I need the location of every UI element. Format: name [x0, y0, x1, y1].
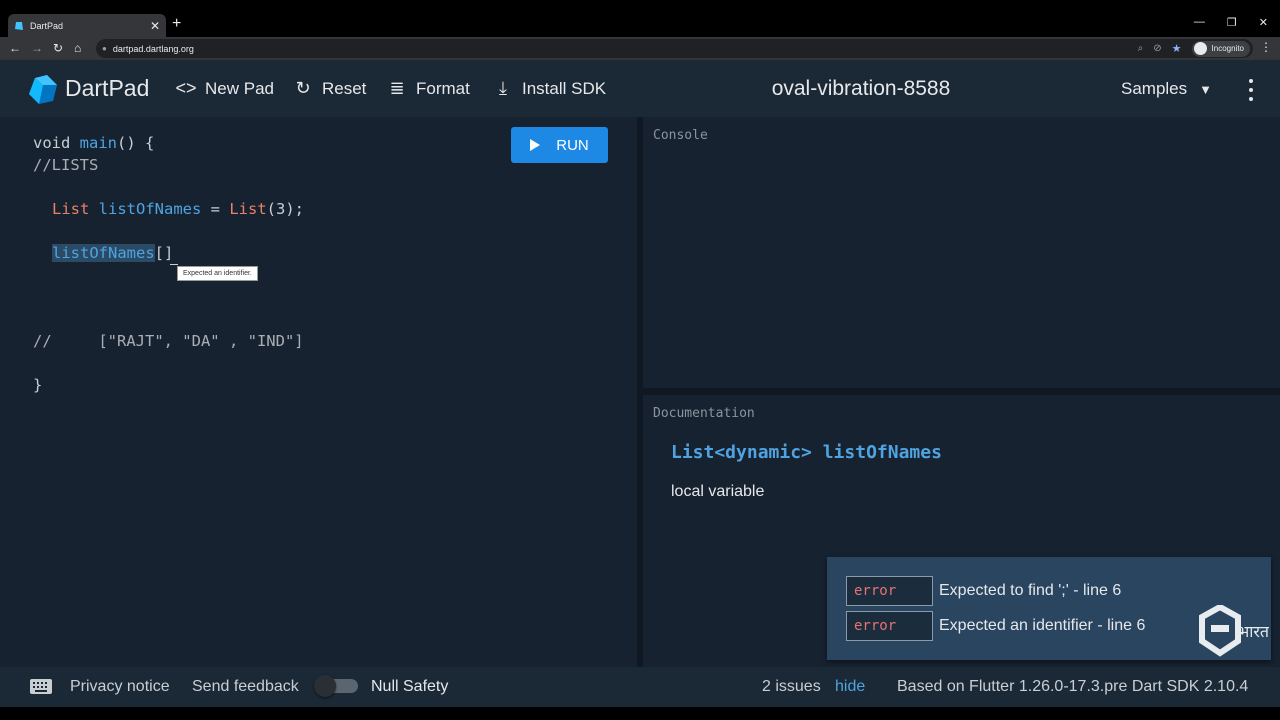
code-token: main — [79, 134, 117, 152]
format-label: Format — [416, 78, 470, 98]
browser-tab[interactable]: DartPad ✕ — [8, 14, 166, 37]
zoom-icon[interactable]: ⌕ — [1138, 43, 1144, 54]
error-badge: error — [846, 576, 933, 606]
lock-icon: ● — [102, 44, 107, 53]
window-controls: — ❐ ✕ — [1194, 16, 1268, 29]
reset-label: Reset — [322, 78, 367, 98]
svg-text:भारत: भारत — [1238, 622, 1269, 641]
toggle-knob — [314, 675, 336, 697]
samples-dropdown[interactable]: Samples ▼ — [1121, 79, 1212, 99]
documentation-header: Documentation — [653, 406, 755, 421]
samples-label: Samples — [1121, 79, 1188, 98]
close-window-icon[interactable]: ✕ — [1259, 16, 1268, 29]
reload-icon[interactable]: ↻ — [53, 41, 63, 55]
sdk-version: Based on Flutter 1.26.0-17.3.pre Dart SD… — [897, 678, 1249, 695]
issue-item[interactable]: error Expected an identifier - line 6 — [846, 611, 1145, 641]
more-options-icon[interactable] — [1243, 79, 1259, 101]
code-token: [] — [154, 244, 174, 262]
code-line-11: } — [33, 376, 43, 394]
keyboard-icon[interactable] — [30, 679, 52, 694]
doc-description: local variable — [671, 483, 765, 500]
code-line-9: // ["RAJT", "DA" , "IND"] — [33, 332, 304, 350]
issue-message: Expected to find ';' - line 6 — [939, 582, 1122, 599]
code-icon: <> — [175, 78, 197, 98]
code-token: = — [201, 200, 230, 218]
play-icon — [530, 139, 541, 151]
code-token: List — [52, 200, 90, 218]
pad-name[interactable]: oval-vibration-8588 — [772, 77, 951, 100]
horizontal-split-handle[interactable] — [643, 388, 1280, 395]
format-button[interactable]: ≣ Format — [386, 78, 470, 99]
code-token: () { — [117, 134, 155, 152]
privacy-notice-link[interactable]: Privacy notice — [70, 678, 170, 696]
refresh-icon: ↻ — [295, 78, 311, 98]
console-header: Console — [653, 128, 708, 143]
doc-signature: List<dynamic> listOfNames — [671, 442, 942, 463]
bookmark-star-icon[interactable]: ★ — [1172, 42, 1182, 55]
new-tab-button[interactable]: + — [172, 15, 181, 33]
selected-token: listOfNames — [52, 244, 155, 262]
issues-panel: error Expected to find ';' - line 6 erro… — [827, 557, 1271, 660]
send-feedback-link[interactable]: Send feedback — [192, 678, 299, 696]
null-safety-label: Null Safety — [371, 678, 449, 695]
dartpad-favicon-icon — [15, 21, 23, 30]
browser-menu-icon[interactable]: ⋮ — [1260, 40, 1272, 54]
back-icon[interactable]: ← — [9, 41, 21, 55]
code-token: listOfNames — [98, 200, 202, 218]
incognito-avatar-icon — [1193, 42, 1207, 55]
error-badge: error — [846, 611, 933, 641]
reset-button[interactable]: ↻ Reset — [292, 78, 366, 99]
dart-logo-icon — [29, 75, 57, 104]
code-line-1: void main() { — [33, 134, 154, 152]
hide-issues-link[interactable]: hide — [835, 678, 865, 696]
install-sdk-label: Install SDK — [522, 78, 607, 98]
code-token: (3); — [266, 200, 304, 218]
letterbox-bar — [0, 707, 1280, 720]
url-input[interactable]: ● dartpad.dartlang.org ⌕ ⊘ ★ Incognito — [96, 39, 1253, 58]
null-safety-toggle[interactable] — [314, 675, 359, 697]
home-icon[interactable]: ⌂ — [74, 41, 81, 55]
text-cursor — [170, 264, 178, 265]
tab-close-icon[interactable]: ✕ — [150, 20, 160, 32]
status-footer: Privacy notice Send feedback Null Safety… — [0, 667, 1280, 707]
issue-item[interactable]: error Expected to find ';' - line 6 — [846, 576, 1121, 606]
browser-tab-bar: DartPad ✕ + — ❐ ✕ — [0, 0, 1280, 37]
download-icon: ⤓ — [499, 78, 507, 98]
code-token: void — [33, 134, 80, 152]
install-sdk-button[interactable]: ⤓ Install SDK — [492, 78, 606, 99]
channel-watermark-logo-icon: भारत — [1199, 605, 1269, 657]
new-pad-button[interactable]: <> New Pad — [175, 78, 274, 99]
restore-icon[interactable]: ❐ — [1227, 16, 1237, 29]
incognito-badge[interactable]: Incognito — [1191, 40, 1250, 57]
incognito-label: Incognito — [1211, 44, 1244, 53]
new-pad-label: New Pad — [205, 78, 274, 98]
run-label: RUN — [556, 136, 589, 154]
tab-title: DartPad — [30, 20, 64, 31]
code-editor[interactable]: void main() { //LISTS List listOfNames =… — [0, 117, 637, 667]
forward-icon[interactable]: → — [31, 41, 43, 55]
issue-message: Expected an identifier - line 6 — [939, 617, 1146, 634]
app-header: DartPad <> New Pad ↻ Reset ≣ Format ⤓ In… — [0, 60, 1280, 117]
code-line-6: listOfNames[] — [52, 244, 173, 262]
eye-off-icon[interactable]: ⊘ — [1153, 43, 1161, 54]
console-panel: Console — [643, 117, 1280, 388]
address-bar: ← → ↻ ⌂ ● dartpad.dartlang.org ⌕ ⊘ ★ Inc… — [0, 37, 1280, 60]
code-line-4: List listOfNames = List(3); — [52, 200, 304, 218]
chevron-down-icon: ▼ — [1199, 81, 1213, 97]
run-button[interactable]: RUN — [511, 127, 608, 163]
issues-count: 2 issues — [762, 678, 821, 695]
format-align-icon: ≣ — [389, 78, 405, 98]
code-token: List — [229, 200, 267, 218]
app-title: DartPad — [65, 75, 150, 101]
error-tooltip: Expected an identifier. — [177, 266, 258, 281]
minimize-icon[interactable]: — — [1194, 16, 1205, 29]
code-line-2: //LISTS — [33, 156, 99, 174]
url-text: dartpad.dartlang.org — [112, 43, 194, 54]
